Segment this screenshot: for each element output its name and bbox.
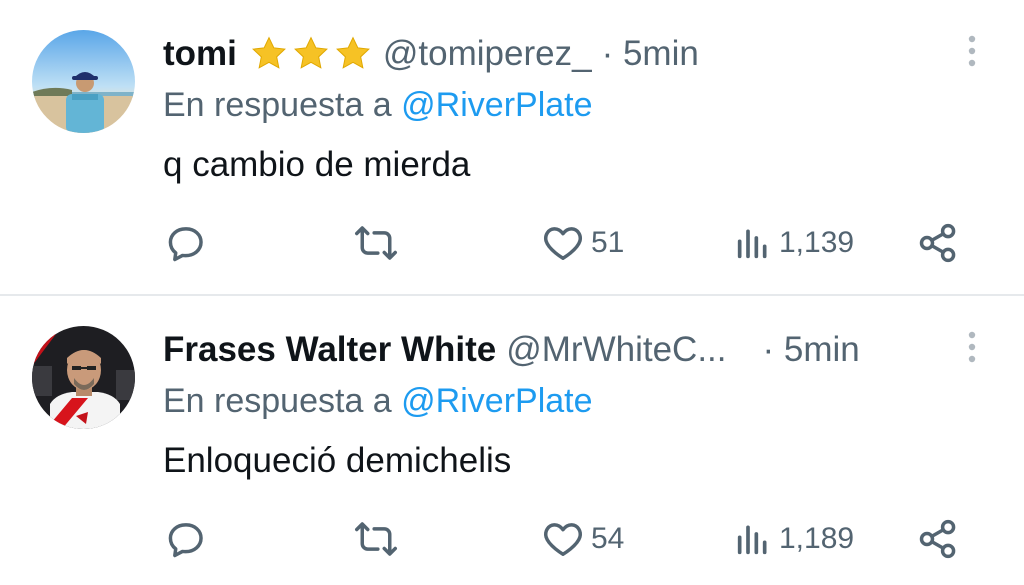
repost-icon: [355, 522, 397, 556]
heart-icon: [544, 227, 582, 260]
reply-prefix: En respuesta a: [163, 382, 402, 420]
views-button[interactable]: 1,139: [733, 218, 854, 268]
comment-icon: [168, 227, 203, 262]
tweet-header: Frases Walter White @MrWhiteC... · 5min: [163, 326, 860, 374]
reply-button[interactable]: [164, 218, 208, 268]
repost-button[interactable]: [352, 514, 400, 564]
action-bar: 51 1,139: [0, 218, 1024, 268]
like-count: 54: [591, 522, 625, 555]
badges: [249, 34, 373, 74]
views-count: 1,139: [779, 226, 855, 259]
share-button[interactable]: [916, 514, 960, 564]
views-bar-chart-icon: [737, 229, 767, 259]
handle[interactable]: @tomiperez_: [383, 34, 592, 74]
like-button[interactable]: 54: [541, 514, 624, 564]
like-button[interactable]: 51: [541, 218, 624, 268]
display-name[interactable]: tomi: [163, 34, 237, 74]
reply-context: En respuesta a @RiverPlate: [163, 382, 593, 421]
more-options-icon[interactable]: [964, 34, 980, 70]
like-count: 51: [591, 226, 625, 259]
views-bar-chart-icon: [737, 525, 767, 555]
reply-prefix: En respuesta a: [163, 86, 402, 124]
star-icon: [335, 36, 370, 69]
more-options-icon[interactable]: [964, 330, 980, 366]
share-icon: [919, 223, 956, 263]
timestamp[interactable]: · 5min: [763, 330, 860, 370]
tweet[interactable]: Frases Walter White @MrWhiteC... · 5min …: [0, 296, 1024, 585]
share-icon: [919, 519, 956, 559]
reply-mention-link[interactable]: @RiverPlate: [401, 382, 592, 420]
tweet-text: Enloqueció demichelis: [163, 441, 512, 480]
tweet[interactable]: tomi @tomiperez_ · 5min En respuesta a @…: [0, 0, 1024, 295]
comment-icon: [168, 523, 203, 558]
reply-button[interactable]: [164, 514, 208, 564]
share-button[interactable]: [916, 218, 960, 268]
star-icon: [251, 36, 286, 69]
repost-icon: [355, 226, 397, 260]
handle[interactable]: @MrWhiteC...: [506, 330, 726, 370]
avatar[interactable]: [32, 326, 135, 429]
timestamp[interactable]: · 5min: [602, 34, 699, 74]
repost-button[interactable]: [352, 218, 400, 268]
reply-context: En respuesta a @RiverPlate: [163, 86, 593, 125]
star-icon: [293, 36, 328, 69]
heart-icon: [544, 523, 582, 556]
views-count: 1,189: [779, 522, 855, 555]
views-button[interactable]: 1,189: [733, 514, 854, 564]
action-bar: 54 1,189: [0, 514, 1024, 564]
avatar[interactable]: [32, 30, 135, 133]
tweet-text: q cambio de mierda: [163, 145, 471, 184]
display-name[interactable]: Frases Walter White: [163, 330, 496, 370]
tweet-header: tomi @tomiperez_ · 5min: [163, 30, 699, 78]
reply-mention-link[interactable]: @RiverPlate: [401, 86, 592, 124]
